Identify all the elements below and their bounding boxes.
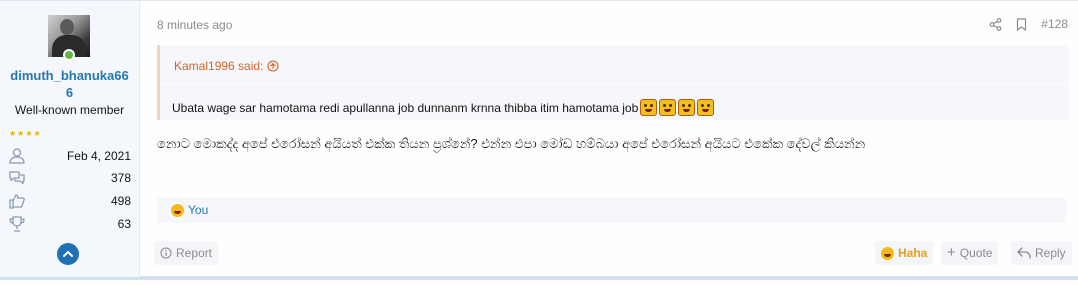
grinning-emoji-icon [659,99,677,116]
bookmark-icon[interactable] [1016,17,1027,31]
stat-reactions: 498 [8,192,131,210]
quote-author-text: Kamal1996 said: [174,59,264,73]
plus-icon: + [947,244,956,261]
username-line-1: dimuth_bhanuka66 [10,68,129,83]
thumbs-up-icon [9,194,25,209]
post-timestamp[interactable]: 8 minutes ago [157,18,232,32]
arrow-up-circle-icon [267,60,279,72]
report-label: Report [176,246,213,260]
quote-content: Ubata wage sar hamotama redi apullanna j… [172,99,715,116]
user-title: Well-known member [14,103,125,117]
stat-value: 498 [110,194,131,208]
username-link[interactable]: dimuth_bhanuka66 6 [6,67,133,101]
post-number-link[interactable]: #128 [1041,17,1068,31]
online-status-icon [63,49,75,61]
post-header-actions: #128 [989,17,1068,31]
quote-author-link[interactable]: Kamal1996 said: [174,59,279,73]
chevron-up-icon [63,251,73,257]
post-message: නොට මොකද්ද අපේ එරෝසන් අයියත් එක්ක තියන ප… [157,136,866,151]
stat-value: 378 [110,171,131,185]
username-line-2: 6 [65,85,74,100]
reactions-bar[interactable]: You [157,197,1066,223]
reaction-users-text: You [188,203,209,217]
stat-joined: Feb 4, 2021 [8,147,131,165]
stat-value: 63 [117,217,131,231]
quote-button[interactable]: + Quote [941,241,999,265]
scroll-to-top-button[interactable] [57,243,79,265]
haha-reaction-button[interactable]: Haha [875,241,934,265]
user-sidebar: dimuth_bhanuka66 6 Well-known member ★★★… [0,1,140,277]
quote-header: Kamal1996 said: [160,45,1069,84]
quote-text: Ubata wage sar hamotama redi apullanna j… [172,100,639,115]
stat-trophies: 63 [8,215,131,233]
user-icon [9,148,25,164]
haha-reaction-icon [881,246,894,260]
stat-messages: 378 [8,169,131,187]
haha-label: Haha [898,246,928,260]
info-circle-icon [160,247,172,259]
quote-label: Quote [959,246,993,260]
grinning-emoji-icon [697,99,715,116]
stat-value: Feb 4, 2021 [66,149,131,163]
messages-icon [9,171,25,185]
reply-icon [1017,247,1031,259]
report-button[interactable]: Report [154,241,219,265]
post-main: 8 minutes ago #128 Kamal1996 said: Ubata… [140,1,1078,277]
grinning-emoji-icon [678,99,696,116]
reply-label: Reply [1035,246,1066,260]
post: dimuth_bhanuka66 6 Well-known member ★★★… [0,0,1078,280]
share-icon[interactable] [989,17,1002,31]
rank-stars: ★★★★ [9,129,42,138]
quote-block: Kamal1996 said: Ubata wage sar hamotama … [157,45,1069,120]
grinning-emoji-icon [640,99,658,116]
trophy-icon [9,216,25,232]
haha-reaction-icon [171,203,184,217]
reply-button[interactable]: Reply [1011,241,1072,265]
